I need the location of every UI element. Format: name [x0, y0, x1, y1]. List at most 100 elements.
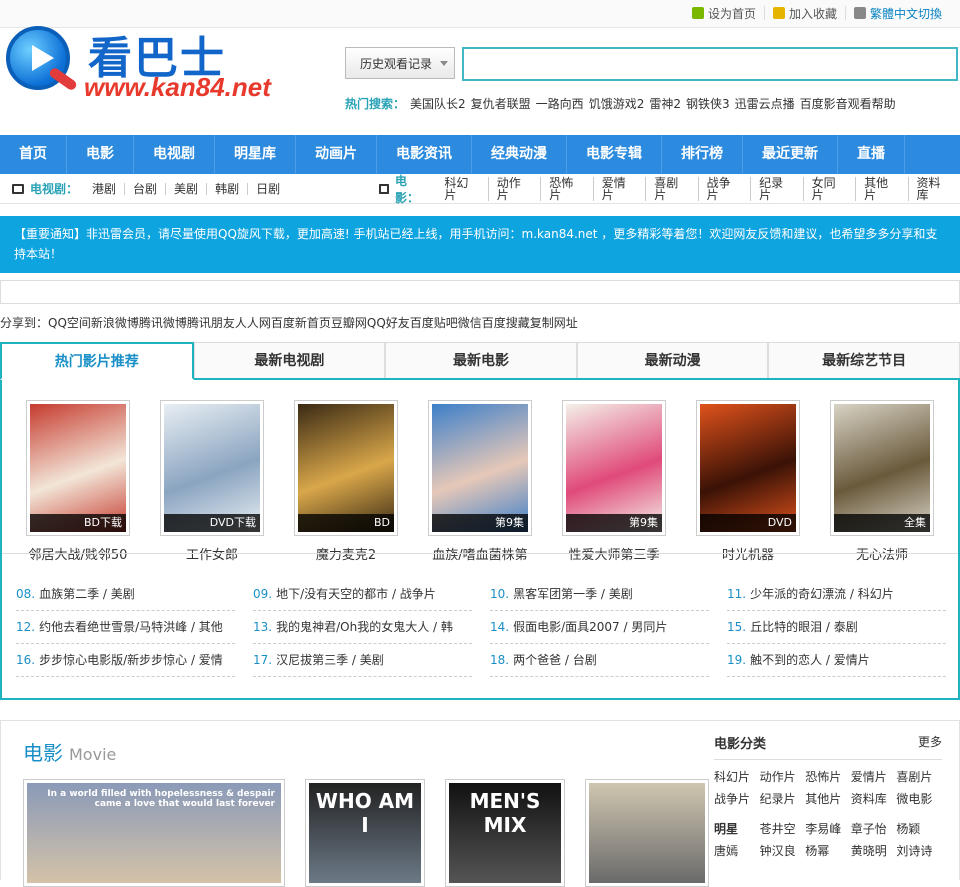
tab-3[interactable]: 最新动漫: [576, 342, 769, 378]
nav-item[interactable]: 电影资讯: [377, 135, 472, 174]
nav-item[interactable]: 直播: [838, 135, 905, 174]
more-link[interactable]: 更多: [918, 733, 942, 759]
list-item[interactable]: 08. 血族第二季 / 美剧: [16, 578, 235, 611]
movie-category-item[interactable]: 爱情片: [594, 176, 647, 201]
tab-4[interactable]: 最新综艺节目: [768, 342, 960, 378]
nav-item[interactable]: 电影: [67, 135, 134, 174]
category-link[interactable]: 战争片: [714, 788, 760, 810]
star-link[interactable]: 李易峰: [805, 818, 851, 840]
category-link[interactable]: 微电影: [896, 788, 942, 810]
list-item[interactable]: 12. 约他去看绝世雪景/马特洪峰 / 其他: [16, 611, 235, 644]
category-link[interactable]: 资料库: [851, 788, 897, 810]
list-item[interactable]: 13. 我的鬼神君/Oh我的女鬼大人 / 韩: [253, 611, 472, 644]
list-text[interactable]: 约他去看绝世雪景/马特洪峰 / 其他: [39, 620, 223, 634]
list-text[interactable]: 步步惊心电影版/新步步惊心 / 爱情: [39, 653, 223, 667]
hot-search-item[interactable]: 复仇者联盟: [471, 95, 531, 112]
list-text[interactable]: 黑客军团第一季 / 美剧: [513, 587, 633, 601]
movie-poster[interactable]: MEN'S MIX: [445, 779, 565, 887]
list-item[interactable]: 17. 汉尼拔第三季 / 美剧: [253, 644, 472, 677]
hot-search-item[interactable]: 钢铁侠3: [686, 95, 730, 112]
poster-card[interactable]: BD 魔力麦克2: [294, 400, 398, 563]
category-link[interactable]: 纪录片: [760, 788, 806, 810]
nav-item[interactable]: 经典动漫: [472, 135, 567, 174]
hot-search-item[interactable]: 饥饿游戏2: [589, 95, 645, 112]
list-item[interactable]: 14. 假面电影/面具2007 / 男同片: [490, 611, 709, 644]
category-link[interactable]: 喜剧片: [896, 766, 942, 788]
star-link[interactable]: 刘诗诗: [896, 840, 942, 862]
list-text[interactable]: 触不到的恋人 / 爱情片: [750, 653, 870, 667]
poster-image[interactable]: BD下载: [26, 400, 130, 536]
list-text[interactable]: 假面电影/面具2007 / 男同片: [513, 620, 667, 634]
poster-image[interactable]: BD: [294, 400, 398, 536]
tab-1[interactable]: 最新电视剧: [193, 342, 386, 378]
poster-card[interactable]: DVD下载 工作女郎: [160, 400, 264, 563]
top-link[interactable]: 加入收藏: [765, 6, 846, 21]
category-link[interactable]: 其他片: [805, 788, 851, 810]
movie-poster[interactable]: In a world filled with hopelessness & de…: [23, 779, 285, 887]
movie-category-item[interactable]: 喜剧片: [646, 176, 699, 201]
hot-search-item[interactable]: 雷神2: [649, 95, 681, 112]
poster-card[interactable]: BD下载 邻居大战/贱邻50: [26, 400, 130, 563]
movie-category-item[interactable]: 恐怖片: [541, 176, 594, 201]
poster-card[interactable]: 全集 无心法师: [830, 400, 934, 563]
movie-category-item[interactable]: 资料库: [909, 177, 960, 201]
tv-category-item[interactable]: 美剧: [166, 182, 208, 195]
poster-image[interactable]: 第9集: [562, 400, 666, 536]
star-link[interactable]: 黄晓明: [851, 840, 897, 862]
star-link[interactable]: 杨颖: [896, 818, 942, 840]
poster-card[interactable]: DVD 时光机器: [696, 400, 800, 563]
movie-poster[interactable]: WHO AM I: [305, 779, 425, 887]
list-item[interactable]: 16. 步步惊心电影版/新步步惊心 / 爱情: [16, 644, 235, 677]
nav-item[interactable]: 排行榜: [662, 135, 743, 174]
list-item[interactable]: 10. 黑客军团第一季 / 美剧: [490, 578, 709, 611]
nav-item[interactable]: 首页: [0, 135, 67, 174]
poster-image[interactable]: DVD: [696, 400, 800, 536]
nav-item[interactable]: 动画片: [296, 135, 377, 174]
list-text[interactable]: 少年派的奇幻漂流 / 科幻片: [750, 587, 894, 601]
movie-category-item[interactable]: 动作片: [489, 176, 542, 201]
list-item[interactable]: 18. 两个爸爸 / 台剧: [490, 644, 709, 677]
hot-search-item[interactable]: 迅雷云点播: [735, 95, 795, 112]
tv-category-item[interactable]: 台剧: [125, 182, 167, 195]
list-text[interactable]: 血族第二季 / 美剧: [39, 587, 135, 601]
list-text[interactable]: 两个爸爸 / 台剧: [513, 653, 597, 667]
movie-category-item[interactable]: 其他片: [856, 176, 909, 201]
category-link[interactable]: 爱情片: [851, 766, 897, 788]
movie-category-item[interactable]: 科幻片: [436, 176, 489, 201]
tab-0[interactable]: 热门影片推荐: [0, 342, 194, 380]
nav-item[interactable]: 明星库: [215, 135, 296, 174]
share-links[interactable]: 分享到：QQ空间新浪微博腾讯微博腾讯朋友人人网百度新首页豆瓣网QQ好友百度贴吧微…: [0, 314, 578, 331]
movie-category-item[interactable]: 纪录片: [751, 176, 804, 201]
tab-2[interactable]: 最新电影: [385, 342, 577, 378]
tv-category-item[interactable]: 韩剧: [207, 182, 249, 195]
poster-image[interactable]: DVD下载: [160, 400, 264, 536]
poster-card[interactable]: 第9集 性爱大师第三季: [562, 400, 666, 563]
star-link[interactable]: 苍井空: [760, 818, 806, 840]
poster-image[interactable]: 第9集: [428, 400, 532, 536]
hot-search-item[interactable]: 百度影音观看帮助: [800, 95, 896, 112]
star-link[interactable]: 杨幂: [805, 840, 851, 862]
list-text[interactable]: 地下/没有天空的都市 / 战争片: [276, 587, 436, 601]
tv-category-item[interactable]: 港剧: [84, 182, 126, 195]
movie-category-item[interactable]: 女同片: [804, 176, 857, 201]
star-link[interactable]: 章子怡: [851, 818, 897, 840]
top-link[interactable]: 设为首页: [684, 6, 765, 21]
movie-poster[interactable]: [585, 779, 709, 887]
history-dropdown[interactable]: 历史观看记录: [345, 47, 455, 79]
list-item[interactable]: 15. 丘比特的眼泪 / 泰剧: [727, 611, 946, 644]
tv-category-item[interactable]: 日剧: [248, 183, 288, 195]
nav-item[interactable]: 电影专辑: [567, 135, 662, 174]
list-item[interactable]: 11. 少年派的奇幻漂流 / 科幻片: [727, 578, 946, 611]
movie-category-item[interactable]: 战争片: [699, 176, 752, 201]
list-text[interactable]: 丘比特的眼泪 / 泰剧: [750, 620, 858, 634]
hot-search-item[interactable]: 美国队长2: [410, 95, 466, 112]
poster-card[interactable]: 第9集 血族/嗜血菌株第: [428, 400, 532, 563]
category-link[interactable]: 科幻片: [714, 766, 760, 788]
list-item[interactable]: 09. 地下/没有天空的都市 / 战争片: [253, 578, 472, 611]
star-link[interactable]: 钟汉良: [760, 840, 806, 862]
category-link[interactable]: 恐怖片: [805, 766, 851, 788]
list-text[interactable]: 我的鬼神君/Oh我的女鬼大人 / 韩: [276, 620, 453, 634]
category-link[interactable]: 动作片: [760, 766, 806, 788]
top-link[interactable]: 繁體中文切換: [846, 6, 950, 21]
search-input[interactable]: [462, 47, 958, 81]
